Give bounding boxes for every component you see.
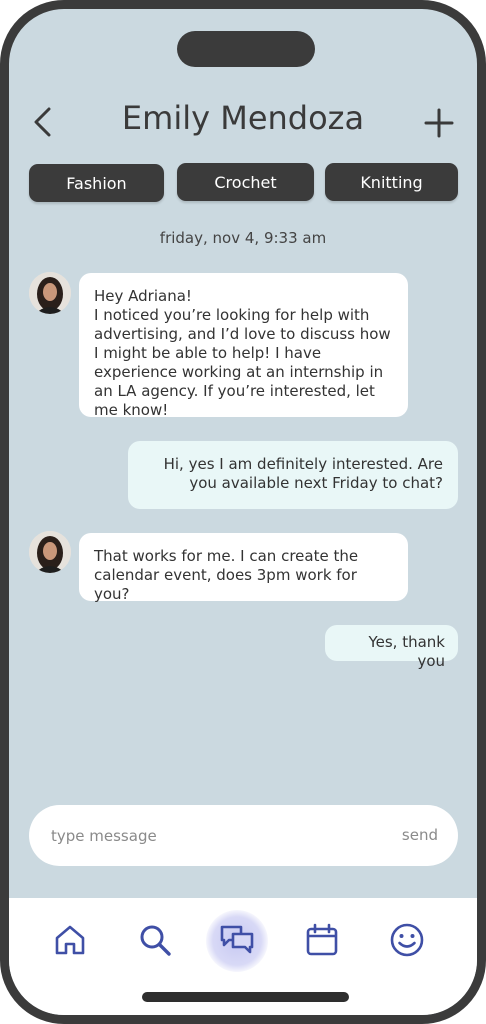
message-input[interactable] xyxy=(51,805,371,866)
chat-icon xyxy=(220,925,254,954)
calendar-icon xyxy=(306,923,338,956)
send-button[interactable]: send xyxy=(402,805,438,866)
tag-crochet-button[interactable]: Crochet xyxy=(177,163,314,201)
message-composer: send xyxy=(29,805,458,866)
nav-search[interactable] xyxy=(133,918,177,962)
message-bubble-received: Hey Adriana! I noticed you’re looking fo… xyxy=(79,273,408,419)
nav-calendar[interactable] xyxy=(300,918,344,962)
message-bubble-sent: Hi, yes I am definitely interested. Are … xyxy=(128,441,458,509)
conversation-timestamp: friday, nov 4, 9:33 am xyxy=(159,229,327,247)
avatar-photo-icon xyxy=(29,272,71,314)
smiley-icon xyxy=(390,923,424,957)
contact-name-title: Emily Mendoza xyxy=(121,99,365,137)
bottom-nav-bar xyxy=(9,898,477,1015)
avatar-photo-icon xyxy=(29,531,71,573)
message-bubble-sent: Yes, thank you xyxy=(325,625,458,670)
add-plus-icon[interactable] xyxy=(423,107,455,139)
nav-home[interactable] xyxy=(48,918,92,962)
home-indicator-bar xyxy=(142,992,349,1002)
phone-notch xyxy=(177,31,315,67)
phone-frame: Emily Mendoza Fashion Crochet Knitting f… xyxy=(0,0,486,1024)
contact-avatar[interactable] xyxy=(29,272,71,314)
search-icon xyxy=(140,925,171,956)
home-icon xyxy=(55,925,85,955)
nav-profile[interactable] xyxy=(385,918,429,962)
message-bubble-received: That works for me. I can create the cale… xyxy=(79,533,408,603)
contact-avatar[interactable] xyxy=(29,531,71,573)
tag-fashion-button[interactable]: Fashion xyxy=(29,164,164,202)
tag-knitting-button[interactable]: Knitting xyxy=(325,163,458,201)
back-chevron-icon[interactable] xyxy=(31,105,55,139)
nav-chat[interactable] xyxy=(215,918,259,962)
